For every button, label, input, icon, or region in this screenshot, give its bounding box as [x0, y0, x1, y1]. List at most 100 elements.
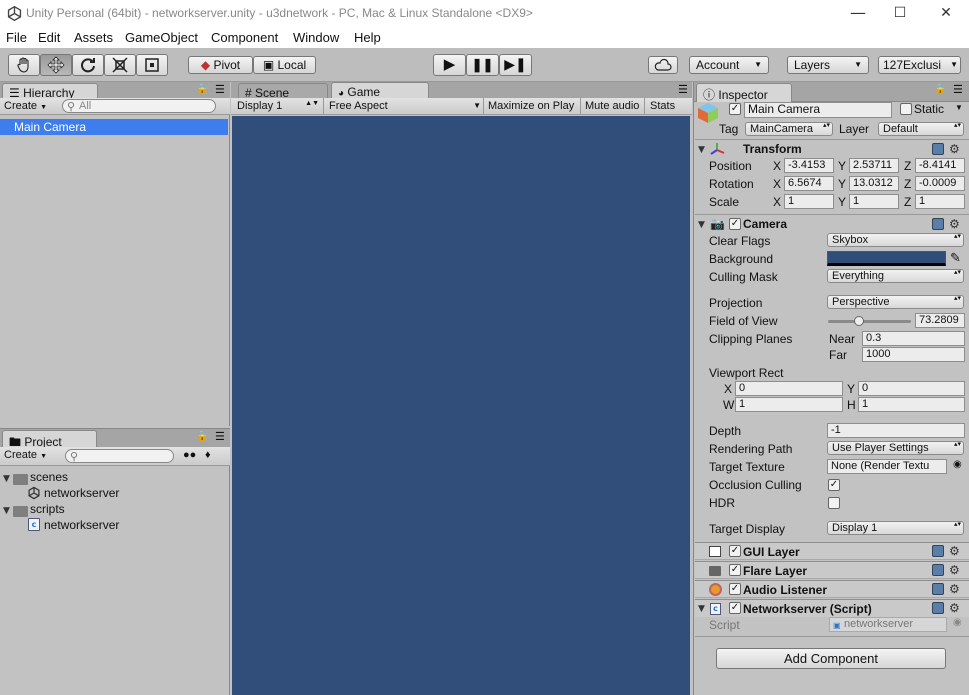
menu-assets[interactable]: Assets — [74, 30, 113, 45]
tag-dropdown[interactable]: MainCamera — [745, 122, 833, 136]
project-search-input[interactable]: ⚲ — [65, 449, 174, 463]
help-book-icon[interactable] — [932, 143, 944, 155]
scale-z-field[interactable]: 1 — [915, 194, 965, 209]
menu-component[interactable]: Component — [211, 30, 278, 45]
object-picker-icon[interactable]: ◉ — [953, 459, 962, 470]
viewport-w-field[interactable]: 1 — [735, 397, 843, 412]
step-button[interactable]: ▶❚ — [499, 54, 532, 76]
project-item-label[interactable]: scenes — [30, 470, 68, 484]
add-component-button[interactable]: Add Component — [716, 648, 946, 669]
layers-dropdown[interactable]: Layers ▼ — [787, 56, 869, 74]
near-field[interactable]: 0.3 — [862, 331, 965, 346]
minimize-button[interactable]: — — [838, 2, 878, 24]
position-z-field[interactable]: -8.4141 — [915, 158, 965, 173]
component-header-flare-layer[interactable]: ✓ Flare Layer ⚙ — [695, 561, 969, 579]
maximize-on-play-toggle[interactable]: Maximize on Play — [488, 100, 574, 112]
object-name-field[interactable]: Main Camera — [744, 102, 892, 118]
hierarchy-create-dropdown[interactable]: Create ▼ — [4, 100, 47, 112]
camera-enabled-checkbox[interactable]: ✓ — [729, 218, 741, 230]
fov-slider-track[interactable] — [828, 320, 911, 323]
help-book-icon[interactable] — [932, 218, 944, 230]
panel-menu-icon[interactable]: ☰ — [953, 83, 963, 96]
position-y-field[interactable]: 2.53711 — [849, 158, 899, 173]
gear-icon[interactable]: ⚙ — [949, 564, 960, 576]
expand-arrow-icon[interactable]: ▼ — [3, 506, 10, 516]
hierarchy-search-input[interactable]: ⚲ All — [62, 99, 216, 113]
list-item[interactable]: Main Camera — [0, 119, 228, 135]
gear-icon[interactable]: ⚙ — [949, 602, 960, 614]
eyedropper-icon[interactable]: ✎ — [950, 250, 961, 266]
layout-dropdown[interactable]: 127Exclusi ▼ — [878, 56, 961, 74]
help-book-icon[interactable] — [932, 602, 944, 614]
panel-menu-icon[interactable]: ☰ — [215, 83, 225, 96]
local-toggle-button[interactable]: ▣ Local — [253, 56, 316, 74]
project-item-label[interactable]: scripts — [30, 502, 65, 516]
static-dropdown-arrow-icon[interactable]: ▼ — [955, 103, 963, 112]
hdr-checkbox[interactable] — [828, 497, 840, 509]
help-book-icon[interactable] — [932, 583, 944, 595]
target-texture-field[interactable]: None (Render Textu — [827, 459, 947, 474]
move-tool-button[interactable] — [40, 54, 72, 76]
scale-y-field[interactable]: 1 — [849, 194, 899, 209]
active-checkbox[interactable]: ✓ — [729, 103, 741, 115]
rotation-y-field[interactable]: 13.0312 — [849, 176, 899, 191]
component-header-audio-listener[interactable]: ✓ Audio Listener ⚙ — [695, 580, 969, 598]
mute-audio-toggle[interactable]: Mute audio — [585, 100, 639, 112]
rotate-tool-button[interactable] — [72, 54, 104, 76]
gui-layer-enabled-checkbox[interactable]: ✓ — [729, 545, 741, 557]
filter-by-label-icon[interactable]: ♦ — [205, 449, 211, 461]
menu-window[interactable]: Window — [293, 30, 339, 45]
menu-edit[interactable]: Edit — [38, 30, 60, 45]
far-field[interactable]: 1000 — [862, 347, 965, 362]
culling-mask-dropdown[interactable]: Everything — [827, 269, 964, 283]
target-display-dropdown[interactable]: Display 1 — [827, 521, 964, 535]
viewport-y-field[interactable]: 0 — [858, 381, 965, 396]
static-checkbox[interactable] — [900, 103, 912, 115]
scale-x-field[interactable]: 1 — [784, 194, 834, 209]
project-item-label[interactable]: networkserver — [44, 518, 119, 532]
lock-icon[interactable]: 🔒 — [934, 84, 946, 95]
rotation-z-field[interactable]: -0.0009 — [915, 176, 965, 191]
account-dropdown[interactable]: Account ▼ — [689, 56, 769, 74]
panel-menu-icon[interactable]: ☰ — [678, 83, 688, 96]
foldout-arrow-icon[interactable]: ▼ — [698, 220, 705, 230]
scale-tool-button[interactable] — [104, 54, 136, 76]
rendering-path-dropdown[interactable]: Use Player Settings — [827, 441, 964, 455]
panel-menu-icon[interactable]: ☰ — [215, 430, 225, 443]
lock-icon[interactable]: 🔒 — [196, 84, 208, 95]
component-header-script[interactable]: ▼ c ✓ Networkserver (Script) ⚙ — [695, 599, 969, 617]
lock-icon[interactable]: 🔒 — [196, 431, 208, 442]
expand-arrow-icon[interactable]: ▼ — [3, 474, 10, 484]
aspect-dropdown[interactable]: Free Aspect ▼ — [329, 100, 481, 112]
stats-toggle[interactable]: Stats — [650, 100, 675, 112]
rect-tool-button[interactable] — [136, 54, 168, 76]
project-item-label[interactable]: networkserver — [44, 486, 119, 500]
depth-field[interactable]: -1 — [827, 423, 965, 438]
menu-gameobject[interactable]: GameObject — [125, 30, 198, 45]
pivot-toggle-button[interactable]: ◆ Pivot — [188, 56, 253, 74]
pause-button[interactable]: ❚❚ — [466, 54, 499, 76]
display-dropdown[interactable]: Display 1 ▲▼ — [237, 100, 319, 112]
gear-icon[interactable]: ⚙ — [949, 545, 960, 557]
viewport-h-field[interactable]: 1 — [858, 397, 965, 412]
maximize-button[interactable]: ☐ — [880, 2, 920, 24]
gear-icon[interactable]: ⚙ — [949, 583, 960, 595]
foldout-arrow-icon[interactable]: ▼ — [698, 604, 705, 614]
filter-by-type-icon[interactable]: ●● — [183, 449, 196, 461]
clear-flags-dropdown[interactable]: Skybox — [827, 233, 964, 247]
gear-icon[interactable]: ⚙ — [949, 143, 960, 155]
help-book-icon[interactable] — [932, 564, 944, 576]
script-enabled-checkbox[interactable]: ✓ — [729, 602, 741, 614]
foldout-arrow-icon[interactable]: ▼ — [698, 145, 705, 155]
component-header-gui-layer[interactable]: ✓ GUI Layer ⚙ — [695, 542, 969, 560]
background-color-swatch[interactable] — [827, 251, 946, 266]
project-create-dropdown[interactable]: Create ▼ — [4, 449, 47, 461]
hand-tool-button[interactable] — [8, 54, 40, 76]
flare-layer-enabled-checkbox[interactable]: ✓ — [729, 564, 741, 576]
projection-dropdown[interactable]: Perspective — [827, 295, 964, 309]
rotation-x-field[interactable]: 6.5674 — [784, 176, 834, 191]
tab-inspector[interactable]: ⓘ Inspector — [696, 83, 792, 102]
menu-file[interactable]: File — [6, 30, 27, 45]
game-render-view[interactable] — [232, 116, 690, 695]
gear-icon[interactable]: ⚙ — [949, 218, 960, 230]
